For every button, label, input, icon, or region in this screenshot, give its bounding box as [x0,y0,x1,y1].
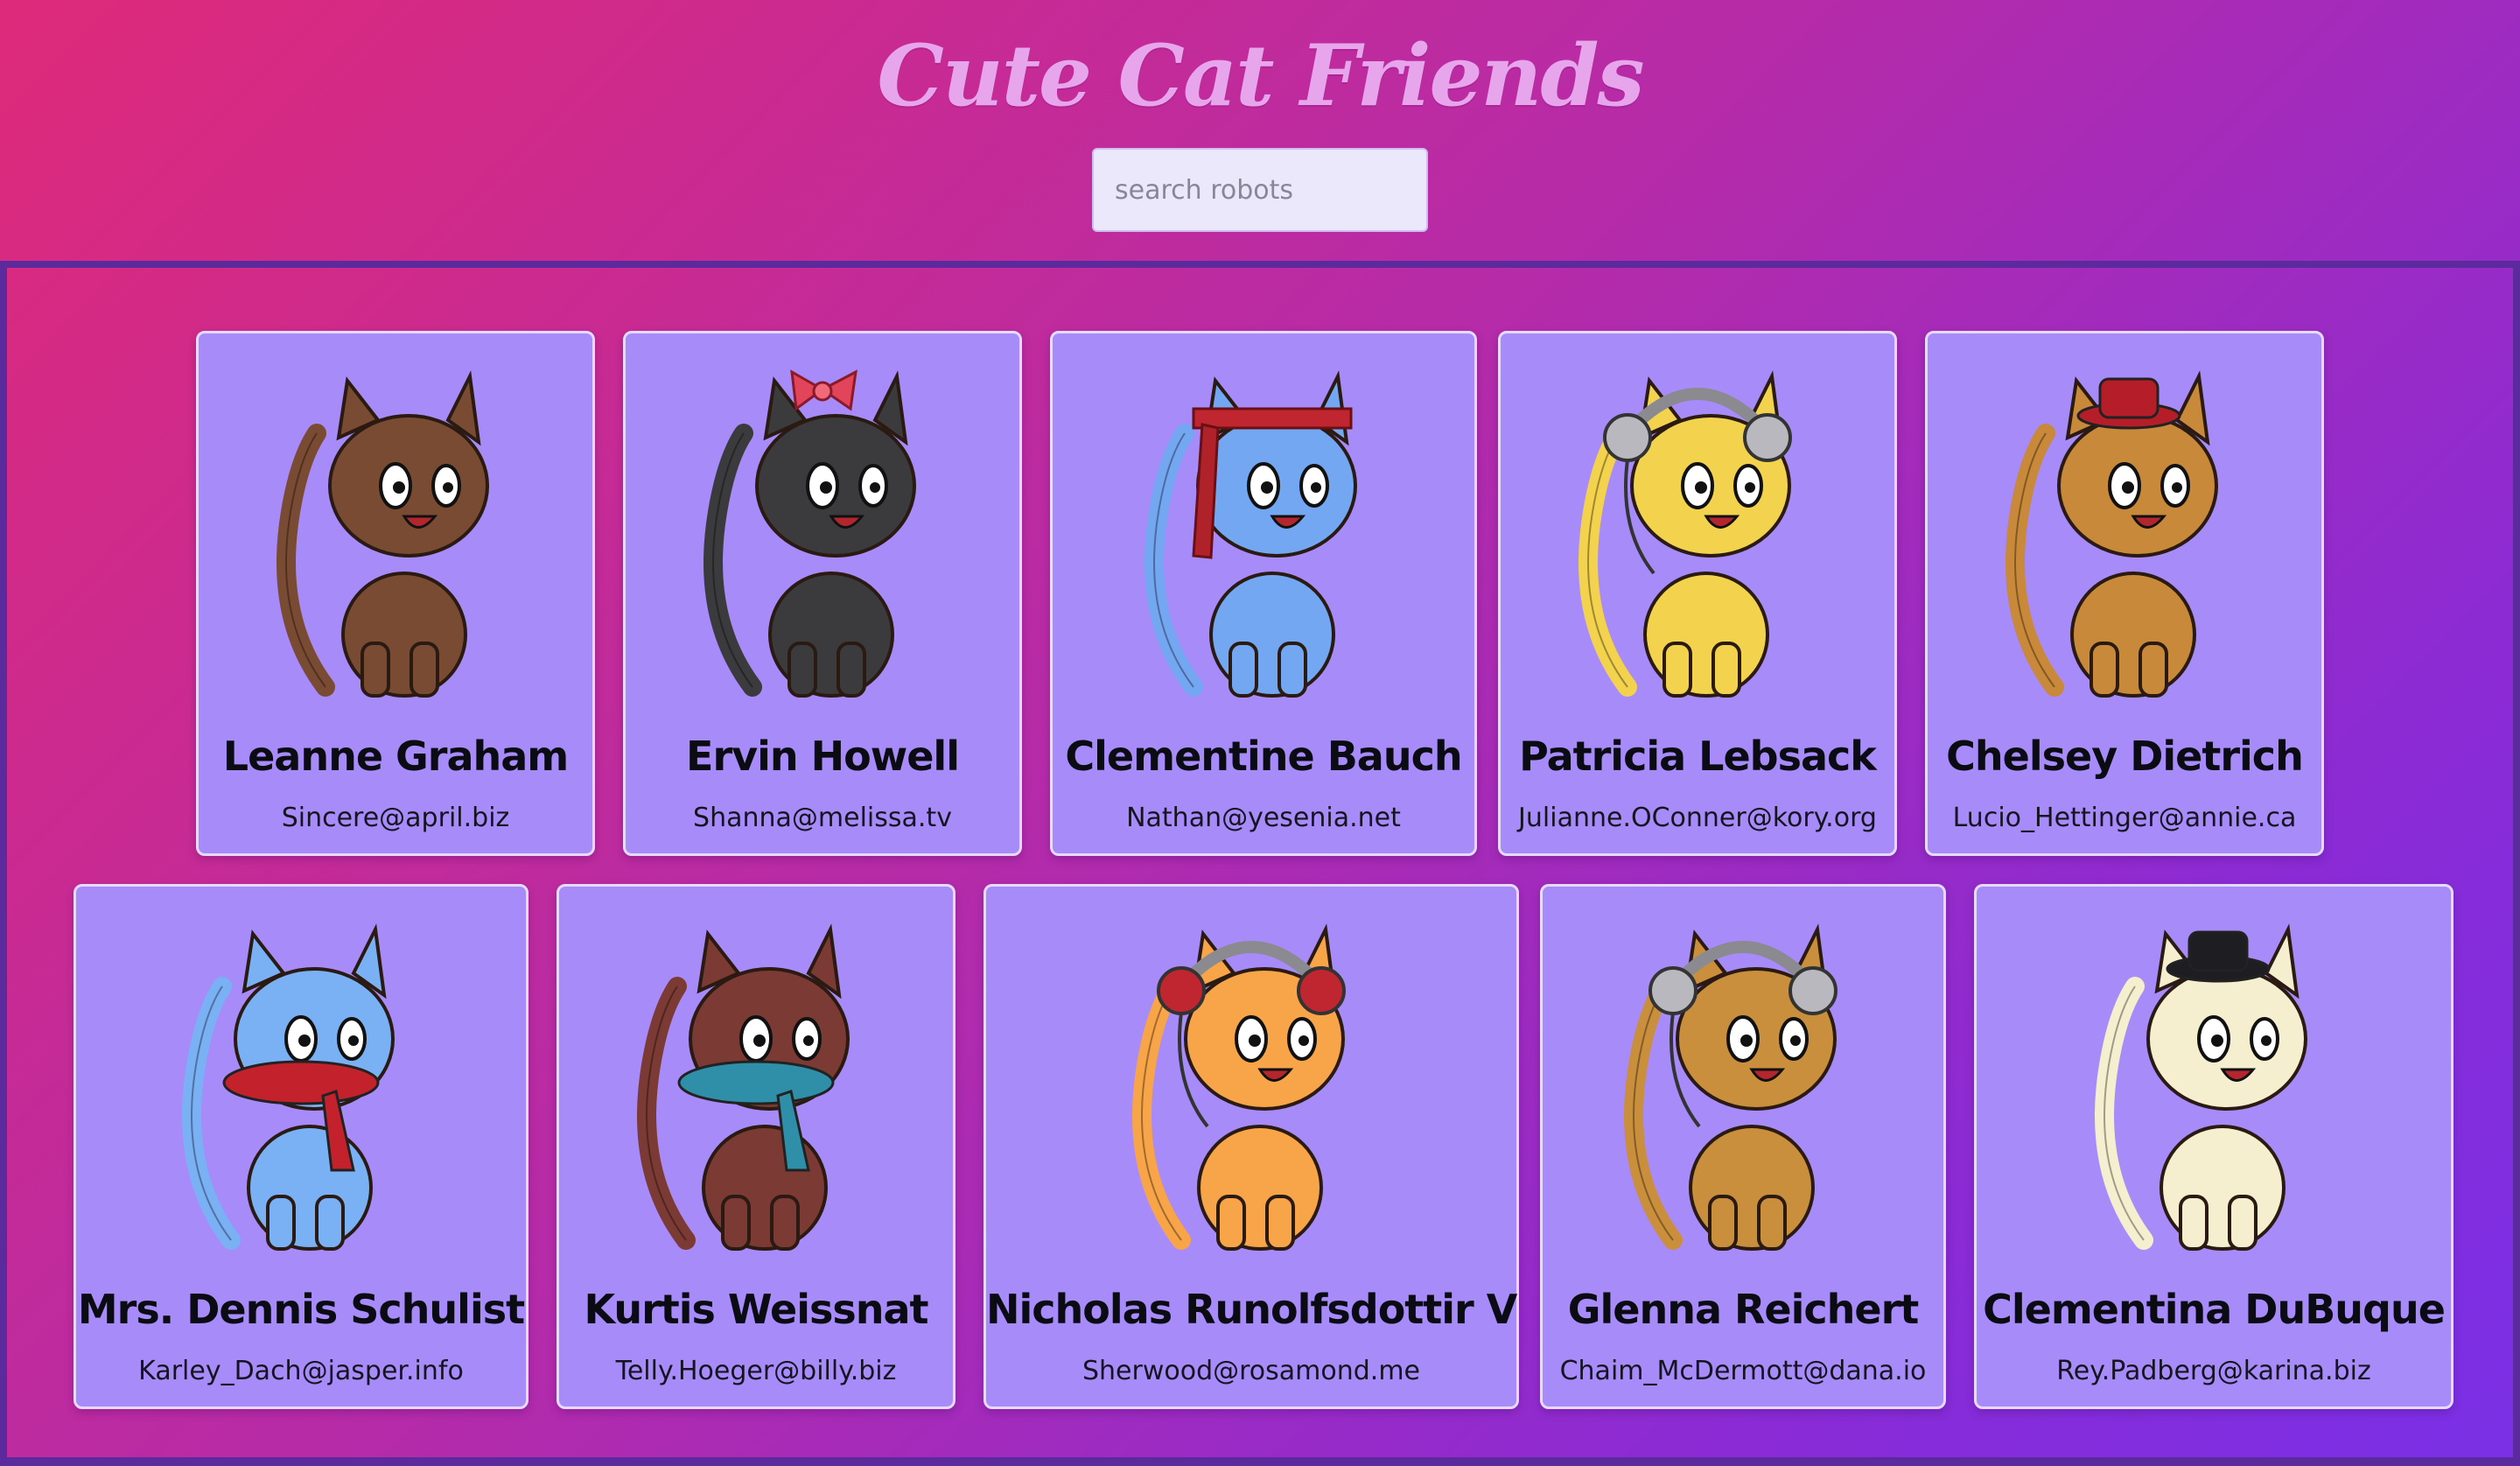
robot-card[interactable]: Clementine Bauch Nathan@yesenia.net [1050,331,1477,856]
card-name: Patricia Lebsack [1519,733,1877,780]
cat-avatar [1144,370,1357,698]
card-email: Lucio_Hettinger@annie.ca [1952,803,2297,833]
cat-avatar [1132,923,1346,1251]
card-name: Leanne Graham [222,733,569,780]
robot-card[interactable]: Clementina DuBuque Rey.Padberg@karina.biz [1974,884,2454,1409]
card-email: Chaim_McDermott@dana.io [1559,1356,1927,1386]
cat-avatar [1578,370,1792,698]
card-list[interactable]: Leanne Graham Sincere@april.biz Ervin Howe… [0,261,2520,1466]
robot-card[interactable]: Chelsey Dietrich Lucio_Hettinger@annie.ca [1925,331,2324,856]
cat-avatar [182,923,395,1251]
search-input[interactable] [1092,148,1428,232]
robot-card[interactable]: Ervin Howell Shanna@melissa.tv [623,331,1022,856]
card-email: Julianne.OConner@kory.org [1518,803,1877,833]
card-email: Sincere@april.biz [281,803,510,833]
card-name: Mrs. Dennis Schulist [77,1286,525,1333]
card-name: Glenna Reichert [1567,1286,1920,1333]
robot-card[interactable]: Glenna Reichert Chaim_McDermott@dana.io [1540,884,1946,1409]
card-name: Clementina DuBuque [1983,1286,2446,1333]
robot-card[interactable]: Mrs. Dennis Schulist Karley_Dach@jasper.i… [74,884,528,1409]
cat-avatar [704,369,916,698]
robot-card[interactable]: Nicholas Runolfsdottir V Sherwood@rosamon… [984,884,1519,1409]
cat-avatar [2006,370,2218,698]
robot-card[interactable]: Leanne Graham Sincere@april.biz [196,331,595,856]
card-name: Kurtis Weissnat [584,1286,928,1333]
robot-card[interactable]: Kurtis Weissnat Telly.Hoeger@billy.biz [556,884,956,1409]
card-email: Shanna@melissa.tv [693,803,952,833]
cat-avatar [2095,923,2307,1251]
card-email: Rey.Padberg@karina.biz [2056,1356,2371,1386]
card-name: Nicholas Runolfsdottir V [986,1286,1517,1333]
card-name: Chelsey Dietrich [1946,733,2304,780]
cat-avatar [637,923,850,1251]
cat-avatar [276,370,489,698]
robot-card[interactable]: Patricia Lebsack Julianne.OConner@kory.or… [1498,331,1897,856]
card-name: Clementine Bauch [1065,733,1462,780]
page-title: Cute Cat Friends [877,26,1645,125]
header: Cute Cat Friends [0,0,2520,261]
card-email: Nathan@yesenia.net [1126,803,1401,833]
card-email: Sherwood@rosamond.me [1082,1356,1421,1386]
card-email: Telly.Hoeger@billy.biz [615,1356,897,1386]
card-email: Karley_Dach@jasper.info [138,1356,464,1386]
cat-avatar [1624,923,1838,1251]
card-name: Ervin Howell [686,733,960,780]
